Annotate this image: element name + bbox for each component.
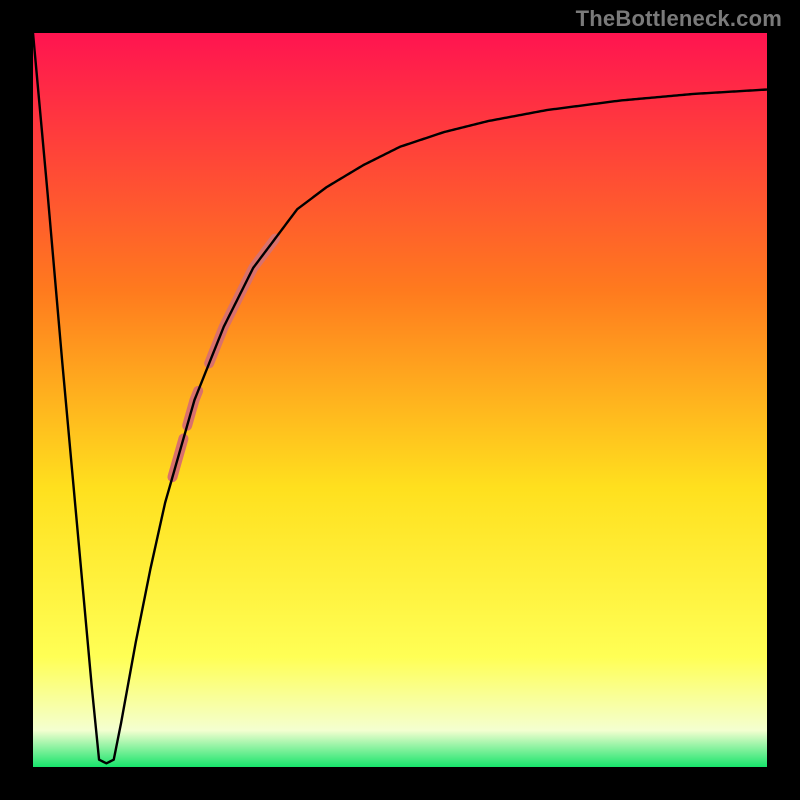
watermark-text: TheBottleneck.com [576,6,782,32]
chart-frame: TheBottleneck.com [0,0,800,800]
chart-canvas [33,33,767,767]
plot-area [33,33,767,767]
gradient-background [33,33,767,767]
